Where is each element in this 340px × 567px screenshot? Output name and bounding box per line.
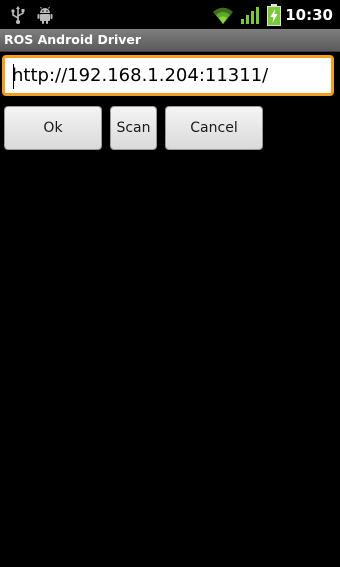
cancel-button[interactable]: Cancel — [165, 106, 263, 150]
app-title: ROS Android Driver — [4, 32, 142, 47]
master-uri-input[interactable]: http://192.168.1.204:11311/ — [2, 55, 334, 96]
scan-button[interactable]: Scan — [110, 106, 157, 150]
master-uri-value: http://192.168.1.204:11311/ — [12, 65, 269, 86]
screen: 10:30 ROS Android Driver http://192.168.… — [0, 0, 340, 567]
battery-icon — [267, 4, 281, 26]
title-bar: ROS Android Driver — [0, 29, 340, 52]
wifi-icon — [213, 7, 233, 24]
usb-icon — [11, 6, 25, 24]
ok-button[interactable]: Ok — [4, 106, 102, 150]
text-cursor — [13, 64, 14, 89]
android-icon — [37, 6, 53, 24]
status-clock: 10:30 — [285, 6, 333, 24]
signal-icon — [241, 7, 259, 24]
status-bar: 10:30 — [0, 0, 340, 29]
